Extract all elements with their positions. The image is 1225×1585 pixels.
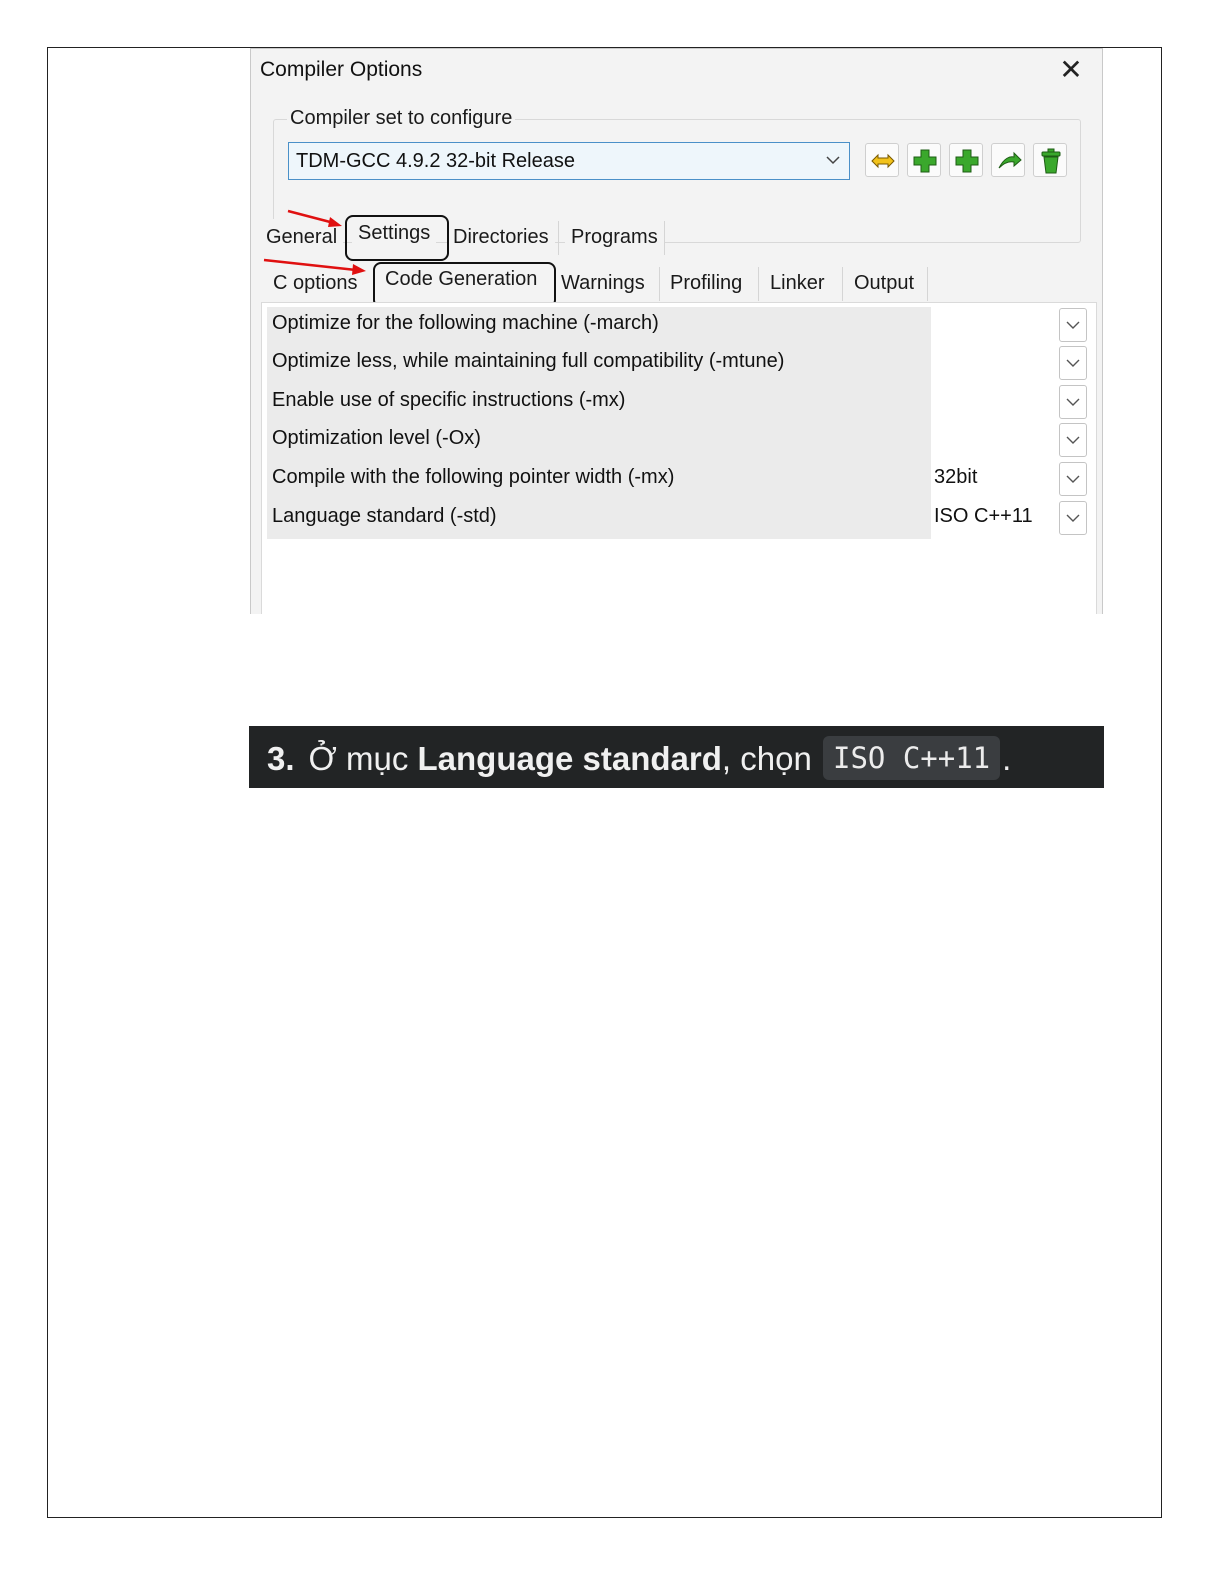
- option-row: Enable use of specific instructions (-mx…: [262, 382, 1096, 420]
- add-compiler-folder-button[interactable]: [949, 143, 983, 177]
- option-value: 32bit: [934, 466, 978, 488]
- chevron-down-icon: [1066, 514, 1080, 522]
- option-row: Language standard (-std) ISO C++11: [262, 498, 1096, 536]
- settings-tab-highlight: [345, 215, 449, 261]
- subtab-warnings[interactable]: Warnings: [555, 265, 651, 301]
- tab-divider: [927, 267, 928, 301]
- option-dropdown[interactable]: [1059, 308, 1087, 342]
- chevron-down-icon: [826, 156, 840, 165]
- subtab-linker[interactable]: Linker: [764, 265, 831, 301]
- instruction-suffix: .: [1002, 740, 1012, 777]
- chevron-down-icon: [1066, 398, 1080, 406]
- chevron-down-icon: [1066, 321, 1080, 329]
- add-compiler-button[interactable]: [907, 143, 941, 177]
- rename-icon: [871, 153, 895, 169]
- chevron-down-icon: [1066, 475, 1080, 483]
- compiler-set-dropdown[interactable]: TDM-GCC 4.9.2 32-bit Release: [288, 142, 850, 180]
- option-row: Optimize for the following machine (-mar…: [262, 305, 1096, 343]
- option-row: Optimization level (-Ox): [262, 420, 1096, 458]
- option-label: Optimize less, while maintaining full co…: [272, 350, 785, 372]
- compiler-set-legend: Compiler set to configure: [287, 107, 516, 130]
- instruction-banner: 3. Ở mục Language standard, chọn ISO C++1…: [249, 726, 1104, 788]
- option-label: Optimize for the following machine (-mar…: [272, 312, 659, 334]
- option-label: Enable use of specific instructions (-mx…: [272, 389, 626, 411]
- chevron-down-icon: [1066, 359, 1080, 367]
- close-button[interactable]: ✕: [1056, 55, 1086, 85]
- option-row: Optimize less, while maintaining full co…: [262, 343, 1096, 381]
- code-generation-panel: Optimize for the following machine (-mar…: [261, 302, 1097, 614]
- instruction-setting-name: Language standard: [417, 740, 722, 777]
- tab-divider: [659, 267, 660, 301]
- compiler-set-value: TDM-GCC 4.9.2 32-bit Release: [296, 150, 575, 172]
- find-compiler-button[interactable]: [991, 143, 1025, 177]
- add-icon: [955, 149, 979, 173]
- option-value: ISO C++11: [934, 505, 1033, 527]
- tab-divider: [558, 221, 559, 255]
- option-label: Optimization level (-Ox): [272, 427, 481, 449]
- subtab-profiling[interactable]: Profiling: [664, 265, 749, 301]
- option-row: Compile with the following pointer width…: [262, 459, 1096, 497]
- option-label: Compile with the following pointer width…: [272, 466, 675, 488]
- instruction-code-value: ISO C++11: [822, 736, 1001, 780]
- option-dropdown[interactable]: [1059, 501, 1087, 535]
- instruction-prefix: Ở mục: [308, 740, 409, 777]
- option-dropdown[interactable]: [1059, 385, 1087, 419]
- tab-programs[interactable]: Programs: [565, 219, 664, 255]
- dialog-title: Compiler Options: [260, 58, 423, 81]
- tab-directories[interactable]: Directories: [447, 219, 555, 255]
- subtab-output[interactable]: Output: [848, 265, 921, 301]
- rename-compiler-button[interactable]: [865, 143, 899, 177]
- option-label: Language standard (-std): [272, 505, 497, 527]
- option-dropdown[interactable]: [1059, 346, 1087, 380]
- tab-divider: [842, 267, 843, 301]
- option-dropdown[interactable]: [1059, 423, 1087, 457]
- add-icon: [913, 149, 937, 173]
- compiler-options-dialog: Compiler Options ✕ Compiler set to confi…: [250, 48, 1103, 614]
- option-dropdown[interactable]: [1059, 462, 1087, 496]
- find-icon: [998, 151, 1022, 169]
- tab-divider: [664, 221, 665, 255]
- instruction-middle: , chọn: [721, 740, 812, 777]
- instruction-text: 3. Ở mục Language standard, chọn ISO C++1…: [267, 736, 1011, 780]
- chevron-down-icon: [1066, 436, 1080, 444]
- red-arrow-code-generation: [263, 258, 366, 275]
- red-arrow-settings: [287, 209, 342, 227]
- delete-icon: [1041, 148, 1061, 174]
- step-number: 3.: [267, 740, 295, 777]
- delete-compiler-button[interactable]: [1033, 143, 1067, 177]
- title-bar: Compiler Options ✕: [251, 49, 1102, 93]
- tab-divider: [758, 267, 759, 301]
